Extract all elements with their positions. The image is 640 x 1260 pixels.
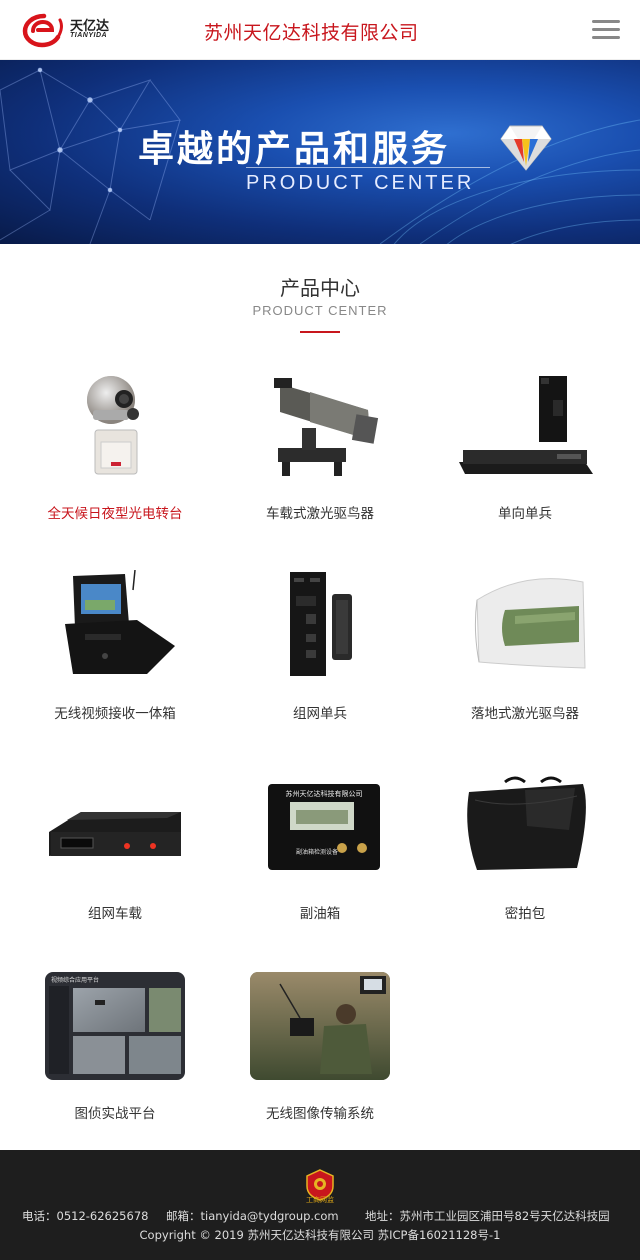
product-name[interactable]: 车载式激光驱鸟器: [220, 502, 420, 522]
product-image: [250, 972, 390, 1080]
banner-divider: [246, 167, 490, 168]
product-name[interactable]: 无线视频接收一体箱: [15, 702, 215, 722]
section-subtitle: PRODUCT CENTER: [252, 303, 388, 318]
section-title: 产品中心: [280, 276, 360, 300]
fuel-box-caption-text: 副油箱检测设备: [296, 848, 338, 856]
product-card-wireless-video-receiver-box[interactable]: 无线视频接收一体箱: [15, 570, 215, 750]
product-card-image-investigation-platform[interactable]: 视频综合应用平台 图侦实战平台: [15, 970, 215, 1150]
diamond-icon: [500, 125, 552, 171]
section-accent-bar: [300, 331, 340, 333]
product-name[interactable]: 图侦实战平台: [15, 1102, 215, 1122]
product-image: [274, 378, 379, 476]
product-image: [290, 572, 352, 676]
footer-address: 地址：苏州市工业园区浦田号82号天亿达科技园: [365, 1209, 610, 1223]
product-card-one-way-soldier[interactable]: 单向单兵: [425, 370, 625, 550]
product-image: [49, 812, 181, 856]
logo-english-name: TIANYIDA: [70, 32, 108, 39]
menu-bar-middle: [592, 28, 620, 31]
site-footer: 工商网监 电话：0512-62625678 邮箱：tianyida@tydgro…: [0, 1150, 640, 1260]
product-name[interactable]: 落地式激光驱鸟器: [425, 702, 625, 722]
product-card-networked-soldier[interactable]: 组网单兵: [220, 570, 420, 750]
product-card-networked-vehicle[interactable]: 组网车载: [15, 770, 215, 950]
product-name[interactable]: 无线图像传输系统: [220, 1102, 420, 1122]
product-image: [87, 376, 139, 475]
product-image: [467, 776, 586, 870]
hero-banner: 卓越的产品和服务 PRODUCT CENTER: [0, 60, 640, 244]
product-name[interactable]: 单向单兵: [425, 502, 625, 522]
banner-subtitle: PRODUCT CENTER: [246, 172, 475, 194]
product-image: 苏州天亿达科技有限公司 副油箱检测设备: [268, 784, 380, 870]
product-card-auxiliary-fuel-tank[interactable]: 苏州天亿达科技有限公司 副油箱检测设备 副油箱: [220, 770, 420, 950]
product-card-floor-laser-bird-repeller[interactable]: 落地式激光驱鸟器: [425, 570, 625, 750]
product-card-wireless-image-transmission[interactable]: 无线图像传输系统: [220, 970, 420, 1150]
hamburger-menu-icon[interactable]: [592, 20, 620, 40]
product-image: [65, 570, 175, 674]
fuel-box-brand-text: 苏州天亿达科技有限公司: [286, 789, 363, 798]
company-title: 苏州天亿达科技有限公司: [204, 22, 419, 44]
product-image: 视频综合应用平台: [45, 972, 185, 1080]
menu-bar-top: [592, 20, 620, 23]
footer-phone[interactable]: 电话：0512-62625678: [22, 1208, 148, 1224]
product-name[interactable]: 副油箱: [220, 902, 420, 922]
platform-title-text: 视频综合应用平台: [51, 976, 99, 984]
product-card-vehicle-laser-bird-repeller[interactable]: 车载式激光驱鸟器: [220, 370, 420, 550]
badge-label: 工商网监: [306, 1196, 334, 1204]
product-name[interactable]: 组网单兵: [220, 702, 420, 722]
banner-title: 卓越的产品和服务: [138, 129, 451, 170]
footer-copyright: Copyright © 2019 苏州天亿达科技有限公司 苏ICP备160211…: [139, 1228, 501, 1242]
product-name[interactable]: 密拍包: [425, 902, 625, 922]
site-header: 天亿达 TIANYIDA 苏州天亿达科技有限公司: [0, 0, 640, 60]
logo-mark-icon: [22, 13, 63, 48]
company-logo[interactable]: 天亿达 TIANYIDA: [22, 12, 118, 48]
product-image: [474, 578, 586, 669]
product-name[interactable]: 组网车载: [15, 902, 215, 922]
footer-email[interactable]: 邮箱：tianyida@tydgroup.com: [166, 1208, 339, 1224]
product-name[interactable]: 全天候日夜型光电转台: [15, 502, 215, 522]
product-card-ptz-turret[interactable]: 全天候日夜型光电转台: [15, 370, 215, 550]
product-card-covert-camera-bag[interactable]: 密拍包: [425, 770, 625, 950]
menu-bar-bottom: [592, 36, 620, 39]
product-image: [459, 376, 593, 474]
